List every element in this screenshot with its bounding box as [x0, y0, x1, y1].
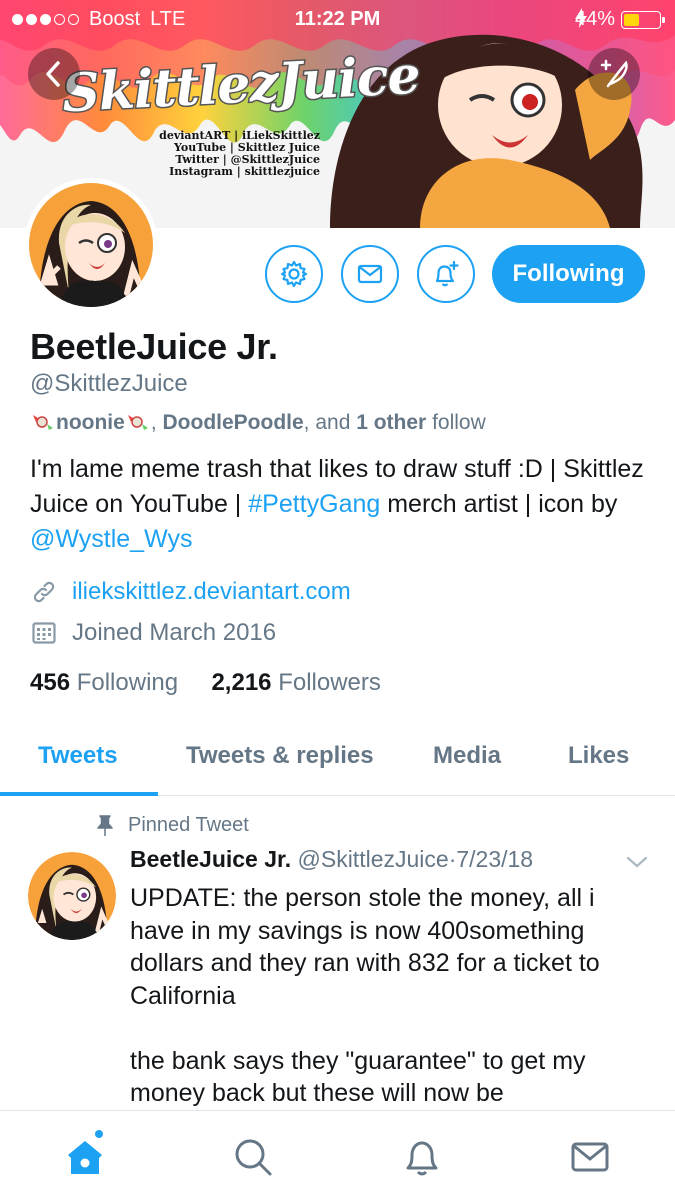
tab-tweets-replies[interactable]: Tweets & replies	[186, 742, 374, 770]
follower-name-2[interactable]: DoodlePoodle	[163, 411, 304, 434]
followers-count-link[interactable]: 2,216 Followers	[211, 669, 380, 696]
profile-display-name: BeetleJuice Jr.	[30, 326, 278, 367]
tweet-author-name[interactable]: BeetleJuice Jr.	[130, 846, 291, 872]
notifications-icon	[406, 1141, 438, 1176]
gear-icon	[280, 260, 308, 288]
battery-icon	[621, 10, 665, 29]
followers-other-count[interactable]: 1 other	[356, 411, 426, 434]
profile-joined-date: Joined March 2016	[72, 619, 277, 646]
followers-count: 2,216	[211, 669, 272, 696]
tweet-author-handle[interactable]: @SkittlezJuice	[298, 846, 449, 872]
banner-social-links: deviantART | iLiekSkittlez YouTube | Ski…	[120, 130, 320, 178]
following-label: Following	[76, 669, 179, 696]
candy-emoji-icon	[33, 415, 53, 430]
pinned-tweet-label: Pinned Tweet	[96, 814, 249, 837]
chevron-left-icon	[46, 61, 60, 87]
tweet-author-avatar[interactable]	[28, 852, 116, 940]
candy-emoji-icon	[127, 415, 148, 430]
back-button[interactable]	[28, 48, 80, 100]
compose-feather-icon	[600, 59, 628, 88]
tweet-text[interactable]: UPDATE: the person stole the money, all …	[130, 882, 655, 1110]
bio-text: merch artist | icon by	[380, 490, 618, 518]
follower-name-1[interactable]: noonie	[56, 411, 125, 434]
tab-media[interactable]: Media	[433, 742, 501, 770]
profile-website-row: iliekskittlez.deviantart.com	[30, 578, 351, 606]
charging-bolt-icon	[574, 8, 587, 28]
avatar-image	[29, 183, 153, 307]
followers-label: Followers	[278, 669, 381, 696]
tab-likes[interactable]: Likes	[568, 742, 629, 770]
home-icon	[68, 1141, 102, 1174]
messages-icon	[571, 1142, 609, 1172]
followed-by-summary[interactable]: noonie , DoodlePoodle, and 1 other follo…	[30, 410, 486, 435]
notifications-toggle-button[interactable]	[417, 245, 475, 303]
nav-search[interactable]	[231, 1135, 275, 1179]
active-tab-indicator	[0, 792, 158, 796]
nav-home[interactable]	[63, 1135, 107, 1179]
compose-tweet-button[interactable]	[588, 48, 640, 100]
search-icon	[235, 1139, 272, 1176]
follow-counts: 456 Following 2,216 Followers	[30, 669, 381, 697]
link-icon	[33, 581, 55, 603]
profile-handle: @SkittlezJuice	[30, 370, 188, 397]
status-bar: Boost LTE 11:22 PM 44%	[0, 0, 675, 40]
envelope-icon	[357, 264, 383, 284]
bell-plus-icon	[435, 260, 459, 287]
tweet-options-button[interactable]	[624, 852, 650, 877]
following-button[interactable]: Following	[492, 245, 645, 303]
profile-website-link[interactable]: iliekskittlez.deviantart.com	[72, 578, 351, 606]
followers-suffix: follow	[426, 411, 486, 434]
avatar-image	[28, 852, 116, 940]
nav-messages[interactable]	[568, 1135, 612, 1179]
tab-tweets[interactable]: Tweets	[38, 742, 118, 770]
clock: 11:22 PM	[294, 8, 381, 30]
battery-info: 44%	[574, 8, 665, 31]
banner-line: Instagram | skittlezjuice	[169, 165, 320, 178]
home-unread-dot	[95, 1130, 103, 1138]
profile-bio: I'm lame meme trash that likes to draw s…	[30, 452, 655, 557]
profile-settings-button[interactable]	[265, 245, 323, 303]
direct-message-button[interactable]	[341, 245, 399, 303]
profile-avatar[interactable]	[24, 178, 158, 312]
followers-and: , and	[303, 411, 357, 434]
pin-icon	[97, 814, 113, 836]
tweet-date[interactable]: 7/23/18	[456, 846, 533, 872]
pinned-tweet-text: Pinned Tweet	[128, 814, 249, 836]
calendar-icon	[32, 622, 56, 644]
profile-tabs: Tweets Tweets & replies Media Likes	[0, 726, 675, 796]
nav-notifications[interactable]	[400, 1135, 444, 1179]
following-count: 456	[30, 669, 71, 696]
profile-joined-row: Joined March 2016	[30, 619, 276, 647]
tweet-header: BeetleJuice Jr. @SkittlezJuice·7/23/18	[130, 846, 533, 873]
hashtag-link[interactable]: #PettyGang	[248, 490, 380, 518]
mention-link[interactable]: @Wystle_Wys	[30, 525, 192, 553]
chevron-down-icon	[626, 856, 648, 868]
following-count-link[interactable]: 456 Following	[30, 669, 178, 696]
bottom-tab-bar	[0, 1110, 675, 1200]
followers-separator: ,	[150, 411, 163, 434]
